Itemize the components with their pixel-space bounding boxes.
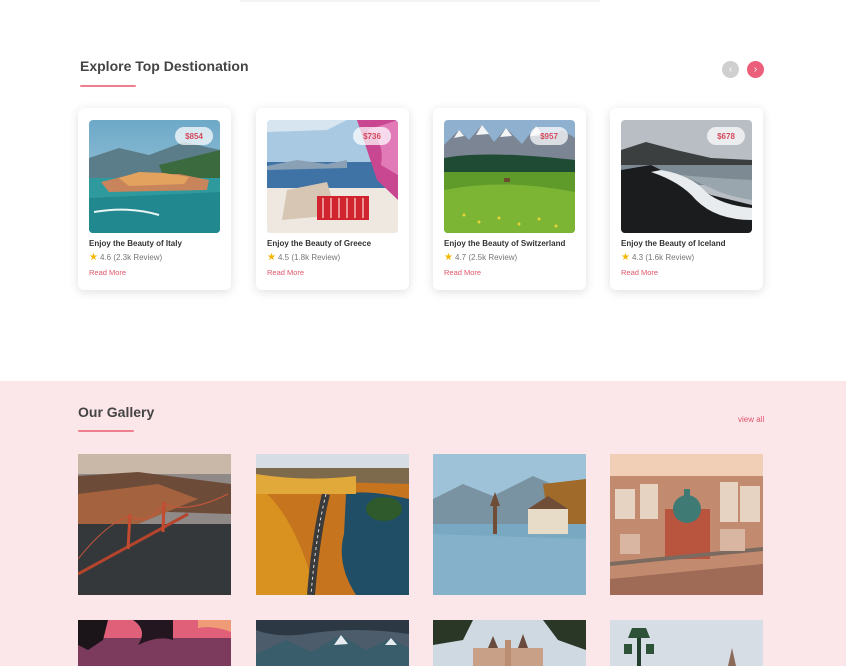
destination-card-switzerland[interactable]: $957 Enjoy the Beauty of Switzerland ★ 4.… — [433, 108, 586, 290]
gallery-image-sunset-palms[interactable] — [78, 620, 231, 666]
read-more-link[interactable]: Read More — [267, 268, 304, 277]
star-icon: ★ — [621, 251, 630, 263]
gallery-image-autumn-road[interactable] — [256, 454, 409, 595]
destination-card-italy[interactable]: $854 Enjoy the Beauty of Italy ★ 4.6 (2.3… — [78, 108, 231, 290]
destination-image-greece: $736 — [267, 120, 398, 233]
card-title: Enjoy the Beauty of Greece — [267, 239, 372, 248]
gallery-image-street-lamp[interactable] — [610, 620, 763, 666]
card-title: Enjoy the Beauty of Italy — [89, 239, 182, 248]
rating-text: 4.6 (2.3k Review) — [99, 253, 163, 262]
gallery-image-castle-trees[interactable] — [433, 620, 586, 666]
explore-title-underline — [80, 85, 136, 87]
card-rating: ★ 4.3 (1.6k Review) — [621, 251, 695, 263]
price-badge: $736 — [353, 127, 391, 145]
card-title: Enjoy the Beauty of Iceland — [621, 239, 726, 248]
price-badge: $957 — [530, 127, 568, 145]
destination-image-switzerland: $957 — [444, 120, 575, 233]
page: Explore Top Destionation ‹ › $854 Enjoy … — [0, 0, 846, 666]
star-icon: ★ — [444, 251, 453, 263]
read-more-link[interactable]: Read More — [621, 268, 658, 277]
card-rating: ★ 4.5 (1.8k Review) — [267, 251, 341, 263]
star-icon: ★ — [267, 251, 276, 263]
destination-image-italy: $854 — [89, 120, 220, 233]
card-title: Enjoy the Beauty of Switzerland — [444, 239, 566, 248]
price-badge: $678 — [707, 127, 745, 145]
view-all-link[interactable]: view all — [738, 415, 764, 424]
destination-card-greece[interactable]: $736 Enjoy the Beauty of Greece ★ 4.5 (1.… — [256, 108, 409, 290]
gallery-image-city-cathedral[interactable] — [610, 454, 763, 595]
destination-card-iceland[interactable]: $678 Enjoy the Beauty of Iceland ★ 4.3 (1… — [610, 108, 763, 290]
destination-image-iceland: $678 — [621, 120, 752, 233]
star-icon: ★ — [89, 251, 98, 263]
rating-text: 4.5 (1.8k Review) — [277, 253, 341, 262]
chevron-left-icon: ‹ — [728, 64, 733, 75]
gallery-image-hallstatt[interactable] — [433, 454, 586, 595]
price-badge: $854 — [175, 127, 213, 145]
gallery-title: Our Gallery — [78, 404, 155, 420]
card-rating: ★ 4.6 (2.3k Review) — [89, 251, 163, 263]
rating-text: 4.7 (2.5k Review) — [454, 253, 518, 262]
chevron-right-icon: › — [753, 64, 758, 75]
card-rating: ★ 4.7 (2.5k Review) — [444, 251, 518, 263]
read-more-link[interactable]: Read More — [444, 268, 481, 277]
carousel-prev-button[interactable]: ‹ — [722, 61, 739, 78]
top-divider — [240, 0, 600, 2]
read-more-link[interactable]: Read More — [89, 268, 126, 277]
gallery-section: Our Gallery view all — [0, 381, 846, 666]
gallery-image-mountain-storm[interactable] — [256, 620, 409, 666]
carousel-next-button[interactable]: › — [747, 61, 764, 78]
explore-title: Explore Top Destionation — [80, 58, 249, 74]
rating-text: 4.3 (1.6k Review) — [631, 253, 695, 262]
gallery-image-golden-gate[interactable] — [78, 454, 231, 595]
gallery-title-underline — [78, 430, 134, 432]
